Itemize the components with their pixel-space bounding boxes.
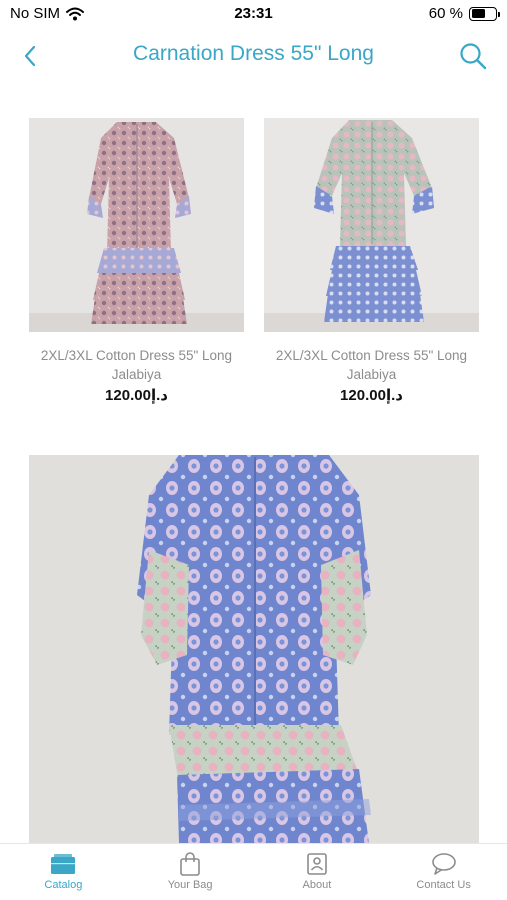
product-card[interactable]: 2XL/3XL Cotton Dress 55" Long Jalabiya 1… (29, 118, 244, 404)
search-icon (460, 43, 487, 70)
status-bar: No SIM 23:31 60 % (0, 0, 507, 30)
tab-label: Your Bag (167, 879, 213, 891)
tab-label: Contact Us (416, 879, 471, 891)
nav-bar: Carnation Dress 55" Long (0, 30, 507, 82)
product-price: 120.00د.إ (340, 387, 403, 404)
tab-label: About (302, 879, 332, 891)
featured-product-image[interactable] (29, 455, 479, 843)
product-card[interactable]: 2XL/3XL Cotton Dress 55" Long Jalabiya 1… (264, 118, 479, 404)
page-title: Carnation Dress 55" Long (133, 42, 374, 65)
tab-catalog[interactable]: Catalog (0, 844, 127, 900)
product-name[interactable]: 2XL/3XL Cotton Dress 55" Long Jalabiya (264, 346, 479, 384)
bag-icon (176, 852, 204, 876)
search-button[interactable] (455, 38, 491, 74)
dress-blue-image (29, 455, 479, 843)
back-button[interactable] (14, 40, 46, 72)
product-price: 120.00د.إ (105, 387, 168, 404)
product-image[interactable] (29, 118, 244, 332)
catalog-icon (49, 852, 77, 876)
tab-contact-us[interactable]: Contact Us (380, 844, 507, 900)
about-icon (303, 852, 331, 876)
dress-green-image (264, 118, 479, 332)
battery-fill (471, 9, 486, 18)
tab-your-bag[interactable]: Your Bag (127, 844, 254, 900)
tab-about[interactable]: About (254, 844, 381, 900)
chat-icon (430, 852, 458, 876)
battery-icon (469, 6, 500, 21)
tab-label: Catalog (44, 879, 83, 891)
dress-pink-image (29, 118, 244, 332)
status-battery: 60 % (428, 5, 500, 22)
product-name[interactable]: 2XL/3XL Cotton Dress 55" Long Jalabiya (29, 346, 244, 384)
chevron-left-icon (24, 45, 36, 67)
battery-percent: 60 % (428, 5, 463, 22)
tab-bar: Catalog Your Bag About Contact Us (0, 843, 507, 900)
product-image[interactable] (264, 118, 479, 332)
